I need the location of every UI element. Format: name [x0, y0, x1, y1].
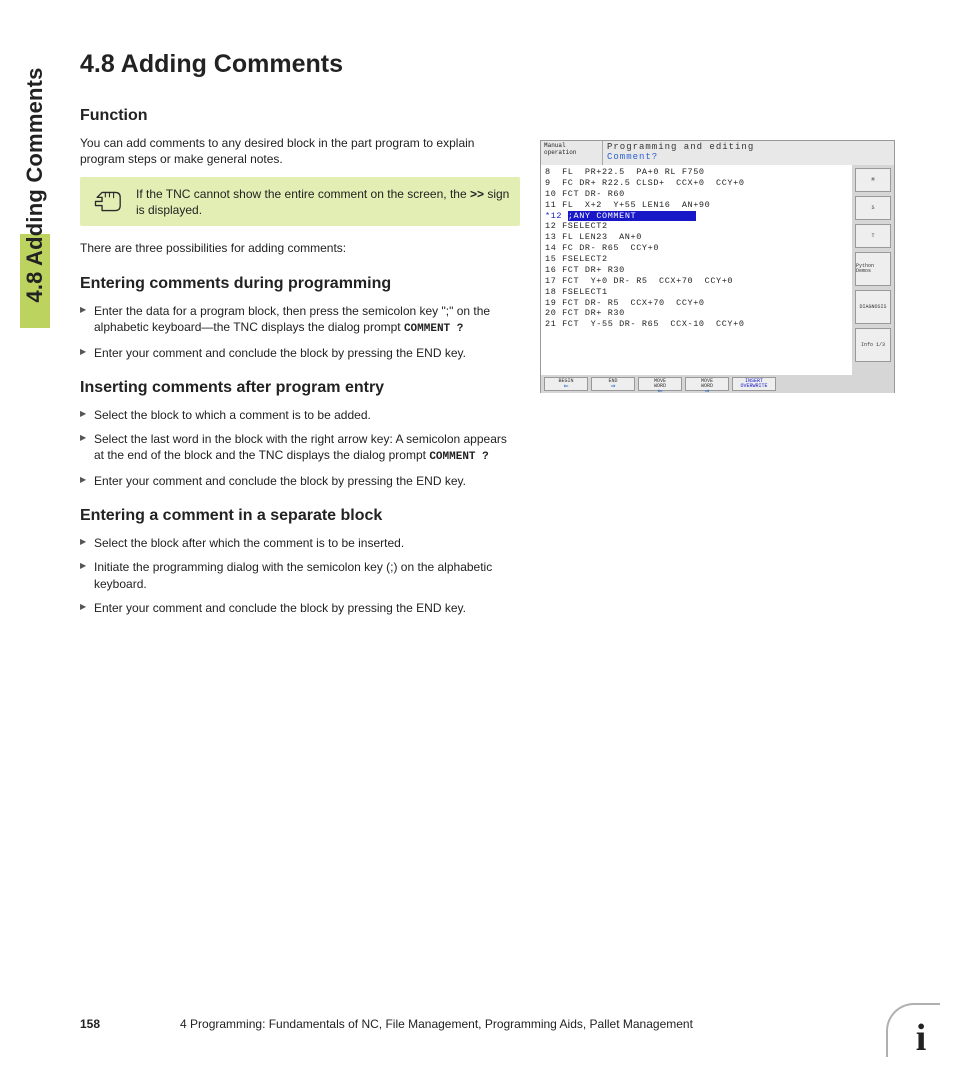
step-item: Enter your comment and conclude the bloc… — [80, 473, 520, 489]
screenshot-title-1: Programming and editing — [607, 142, 890, 152]
step-item: Select the block to which a comment is t… — [80, 407, 520, 423]
screenshot-title-block: Programming and editing Comment? — [603, 141, 894, 165]
callout-text: If the TNC cannot show the entire commen… — [136, 186, 510, 218]
side-tab-label: 4.8 Adding Comments — [22, 67, 48, 302]
step-item: Select the block after which the comment… — [80, 535, 520, 551]
callout-symbol: >> — [470, 187, 484, 201]
screenshot-side-button: M — [855, 168, 891, 192]
screenshot-softkey: MOVE WORD⇒ — [685, 377, 729, 391]
side-tab: 4.8 Adding Comments — [20, 42, 50, 328]
screenshot-softkey: END⇒ — [591, 377, 635, 391]
screenshot-side-button: T — [855, 224, 891, 248]
page-number: 158 — [80, 1017, 100, 1031]
steps-during: Enter the data for a program block, then… — [80, 303, 520, 361]
step-item: Enter your comment and conclude the bloc… — [80, 345, 520, 361]
screenshot-softkey-row: BEGIN⇐END⇒MOVE WORD⇐MOVE WORD⇒INSERT OVE… — [541, 375, 894, 393]
step-item: Select the last word in the block with t… — [80, 431, 520, 465]
screenshot-side-button: DIAGNOSIS — [855, 290, 891, 324]
screenshot-side-button: Python Demos — [855, 252, 891, 286]
page-footer: 158 4 Programming: Fundamentals of NC, F… — [80, 1017, 880, 1031]
tnc-screenshot: Manual operation Programming and editing… — [540, 140, 895, 393]
page-title: 4.8 Adding Comments — [80, 50, 520, 79]
heading-function: Function — [80, 107, 520, 125]
screenshot-sidebar: MST Python Demos DIAGNOSIS Info 1/3 — [852, 165, 894, 375]
screenshot-softkey: MOVE WORD⇐ — [638, 377, 682, 391]
step-item: Enter your comment and conclude the bloc… — [80, 600, 520, 616]
hand-point-icon — [90, 185, 124, 218]
heading-during: Entering comments during programming — [80, 275, 520, 293]
heading-separate: Entering a comment in a separate block — [80, 507, 520, 525]
step-item: Enter the data for a program block, then… — [80, 303, 520, 337]
screenshot-softkey: BEGIN⇐ — [544, 377, 588, 391]
info-corner-icon: i — [886, 1003, 940, 1057]
steps-after: Select the block to which a comment is t… — [80, 407, 520, 489]
three-possibilities-paragraph: There are three possibilities for adding… — [80, 240, 520, 256]
screenshot-code-area: 8 FL PR+22.5 PA+0 RL F750 9 FC DR+ R22.5… — [541, 165, 852, 375]
info-glyph: i — [916, 1019, 927, 1057]
screenshot-title-2: Comment? — [607, 152, 890, 162]
screenshot-side-button: Info 1/3 — [855, 328, 891, 362]
screenshot-mode-label: Manual operation — [541, 141, 603, 165]
screenshot-softkey: INSERT OVERWRITE — [732, 377, 776, 391]
step-item: Initiate the programming dialog with the… — [80, 559, 520, 591]
screenshot-body: 8 FL PR+22.5 PA+0 RL F750 9 FC DR+ R22.5… — [541, 165, 894, 375]
main-column: 4.8 Adding Comments Function You can add… — [80, 50, 520, 624]
info-callout: If the TNC cannot show the entire commen… — [80, 177, 520, 226]
intro-paragraph: You can add comments to any desired bloc… — [80, 135, 520, 167]
callout-before: If the TNC cannot show the entire commen… — [136, 187, 470, 201]
heading-after: Inserting comments after program entry — [80, 379, 520, 397]
screenshot-header: Manual operation Programming and editing… — [541, 141, 894, 165]
footer-text: 4 Programming: Fundamentals of NC, File … — [180, 1017, 880, 1031]
screenshot-side-button: S — [855, 196, 891, 220]
steps-separate: Select the block after which the comment… — [80, 535, 520, 616]
